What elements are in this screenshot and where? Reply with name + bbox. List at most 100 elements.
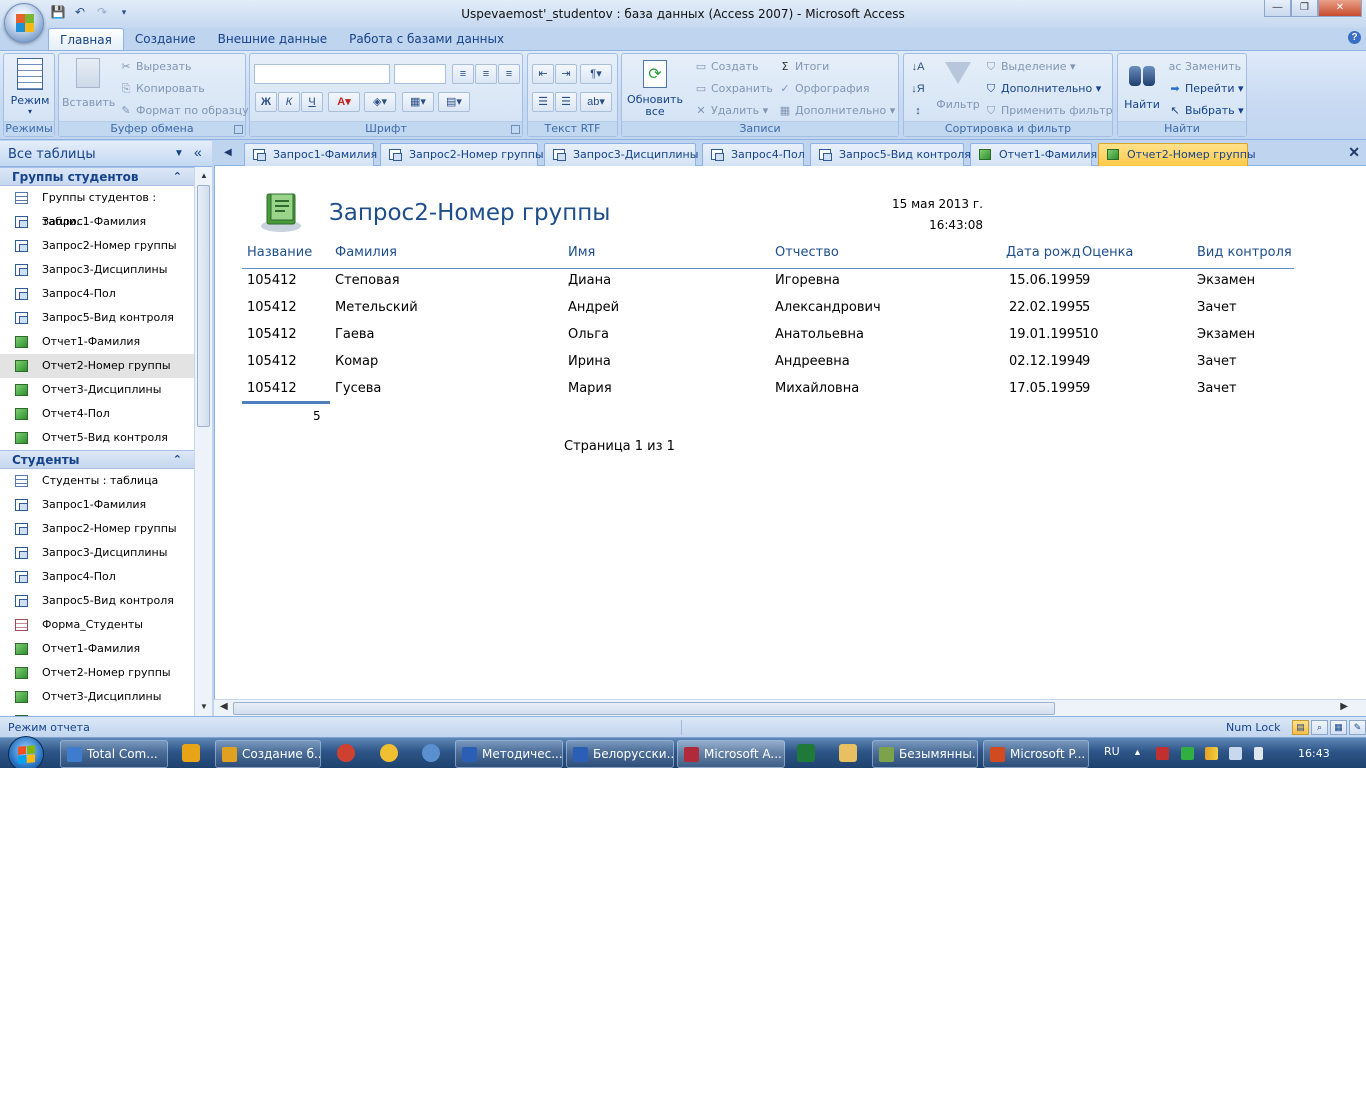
spelling-button[interactable]: ✓ Орфография: [778, 82, 869, 95]
font-size-combo[interactable]: [394, 64, 446, 84]
align-left-icon[interactable]: ≡: [452, 64, 474, 84]
help-icon[interactable]: ?: [1348, 31, 1361, 44]
sort-descending-icon[interactable]: ↓Я: [907, 80, 929, 100]
nav-item[interactable]: Отчет4-Пол: [0, 402, 194, 426]
new-record-button[interactable]: ▭ Создать: [694, 60, 759, 73]
nav-item[interactable]: [0, 709, 194, 716]
taskbar-button[interactable]: Microsoft P...: [983, 740, 1089, 768]
scroll-down-icon[interactable]: ▼: [197, 700, 211, 714]
close-document-icon[interactable]: ✕: [1348, 144, 1360, 161]
collapse-section-icon[interactable]: ⌃: [173, 453, 182, 466]
antivirus-icon[interactable]: [1156, 747, 1169, 760]
start-button[interactable]: [8, 736, 44, 768]
save-record-button[interactable]: ▭ Сохранить: [694, 82, 773, 95]
refresh-all-button[interactable]: ⟳ Обновить все: [624, 60, 686, 118]
nav-item[interactable]: Отчет2-Номер группы: [0, 661, 194, 685]
taskbar-button[interactable]: Microsoft A...: [677, 740, 785, 768]
document-tab[interactable]: Отчет1-Фамилия: [970, 143, 1097, 166]
nav-section-header[interactable]: Студенты ⌃: [0, 450, 194, 469]
nav-item[interactable]: Запрос4-Пол: [0, 282, 194, 306]
document-tab[interactable]: Запрос2-Номер группы: [380, 143, 544, 166]
nav-item[interactable]: Форма_Студенты: [0, 613, 194, 637]
increase-indent-icon[interactable]: ⇥: [555, 64, 577, 84]
nav-item[interactable]: Запрос4-Пол: [0, 565, 194, 589]
goto-button[interactable]: ➡ Перейти ▾: [1168, 82, 1243, 95]
scroll-up-icon[interactable]: ▲: [197, 169, 211, 183]
nav-item[interactable]: Запрос2-Номер группы: [0, 517, 194, 541]
taskbar-button[interactable]: Total Com...: [60, 740, 168, 768]
totals-button[interactable]: Σ Итоги: [778, 60, 830, 73]
toggle-filter-button[interactable]: ⛉ Применить фильтр: [984, 104, 1113, 118]
maximize-button[interactable]: ❐: [1291, 0, 1318, 17]
navigation-pane-header[interactable]: Все таблицы ▼ «: [0, 141, 212, 167]
filter-button[interactable]: Фильтр: [934, 60, 982, 111]
scroll-left-icon[interactable]: ◀: [220, 701, 228, 712]
volume-icon[interactable]: [1229, 747, 1242, 760]
nav-section-header[interactable]: Группы студентов ⌃: [0, 167, 194, 186]
advanced-filter-button[interactable]: ⛉ Дополнительно ▾: [984, 82, 1101, 96]
sort-ascending-icon[interactable]: ↓A: [907, 58, 929, 78]
document-tab[interactable]: Запрос1-Фамилия: [244, 143, 377, 166]
layout-view-icon[interactable]: ▦: [1330, 720, 1347, 735]
collapse-section-icon[interactable]: ⌃: [173, 170, 182, 183]
dialog-launcher-icon[interactable]: [234, 125, 243, 134]
nav-item[interactable]: Отчет3-Дисциплины: [0, 378, 194, 402]
nav-item[interactable]: Запрос3-Дисциплины: [0, 541, 194, 565]
bold-button[interactable]: Ж: [255, 92, 277, 112]
excel-icon[interactable]: [797, 744, 815, 762]
show-hidden-icons-icon[interactable]: ▲: [1133, 747, 1146, 760]
taskbar-button[interactable]: Методичес...: [455, 740, 563, 768]
tab-database-tools[interactable]: Работа с базами данных: [338, 28, 515, 50]
taskbar-button[interactable]: Безымянны...: [872, 740, 978, 768]
underline-button[interactable]: Ч: [301, 92, 323, 112]
align-right-icon[interactable]: ≡: [498, 64, 520, 84]
dialog-launcher-icon[interactable]: [511, 125, 520, 134]
explorer-icon[interactable]: [839, 744, 857, 762]
app-icon[interactable]: [380, 744, 398, 762]
document-tab[interactable]: Отчет2-Номер группы: [1098, 143, 1256, 166]
horizontal-scroll-thumb[interactable]: [233, 702, 1055, 715]
clear-sort-icon[interactable]: ↕: [907, 102, 929, 122]
tab-home[interactable]: Главная: [48, 28, 124, 50]
scroll-tabs-left-icon[interactable]: ◀: [224, 147, 232, 158]
minimize-button[interactable]: —: [1264, 0, 1291, 17]
fill-color-icon[interactable]: ◈▾: [364, 92, 396, 112]
find-button[interactable]: Найти: [1120, 60, 1164, 111]
view-button[interactable]: Режим ▾: [7, 58, 53, 116]
replace-button[interactable]: ac Заменить: [1168, 60, 1242, 73]
office-button[interactable]: [4, 3, 44, 43]
font-name-combo[interactable]: [254, 64, 390, 84]
network-app-icon[interactable]: [1181, 747, 1194, 760]
nav-item[interactable]: Отчет2-Номер группы: [0, 354, 194, 378]
collapse-pane-icon[interactable]: «: [194, 144, 202, 160]
tab-create[interactable]: Создание: [124, 28, 207, 50]
select-button[interactable]: ↖ Выбрать ▾: [1168, 104, 1243, 117]
numbered-list-icon[interactable]: ☰: [532, 92, 554, 112]
nav-item[interactable]: Отчет3-Дисциплины: [0, 685, 194, 709]
alternate-fill-icon[interactable]: ▤▾: [438, 92, 470, 112]
nav-item[interactable]: Отчет1-Фамилия: [0, 330, 194, 354]
language-indicator[interactable]: RU: [1104, 745, 1120, 758]
horizontal-scrollbar[interactable]: ◀ ▶: [214, 699, 1366, 716]
navigation-scrollbar[interactable]: ▲ ▼: [194, 167, 212, 716]
battery-icon[interactable]: [1254, 747, 1263, 760]
more-records-button[interactable]: ▦ Дополнительно ▾: [778, 104, 895, 117]
nav-item[interactable]: Отчет5-Вид контроля: [0, 426, 194, 450]
cut-button[interactable]: ✂ Вырезать: [119, 60, 191, 73]
format-painter-button[interactable]: ✎ Формат по образцу: [119, 104, 248, 117]
scroll-thumb[interactable]: [197, 185, 210, 427]
italic-button[interactable]: К: [278, 92, 300, 112]
close-button[interactable]: ✕: [1318, 0, 1362, 17]
decrease-indent-icon[interactable]: ⇤: [532, 64, 554, 84]
document-tab[interactable]: Запрос3-Дисциплины: [544, 143, 698, 166]
print-preview-icon[interactable]: ⌕: [1311, 720, 1328, 735]
gridlines-icon[interactable]: ▦▾: [402, 92, 434, 112]
align-center-icon[interactable]: ≡: [475, 64, 497, 84]
selection-button[interactable]: ⛉ Выделение ▾: [984, 60, 1076, 74]
app-icon[interactable]: [422, 744, 440, 762]
media-player-icon[interactable]: [182, 744, 200, 762]
paste-button[interactable]: Вставить: [62, 58, 115, 109]
report-view-icon[interactable]: ▤: [1292, 720, 1309, 735]
scroll-right-icon[interactable]: ▶: [1340, 701, 1348, 712]
document-tab[interactable]: Запрос4-Пол: [702, 143, 805, 166]
